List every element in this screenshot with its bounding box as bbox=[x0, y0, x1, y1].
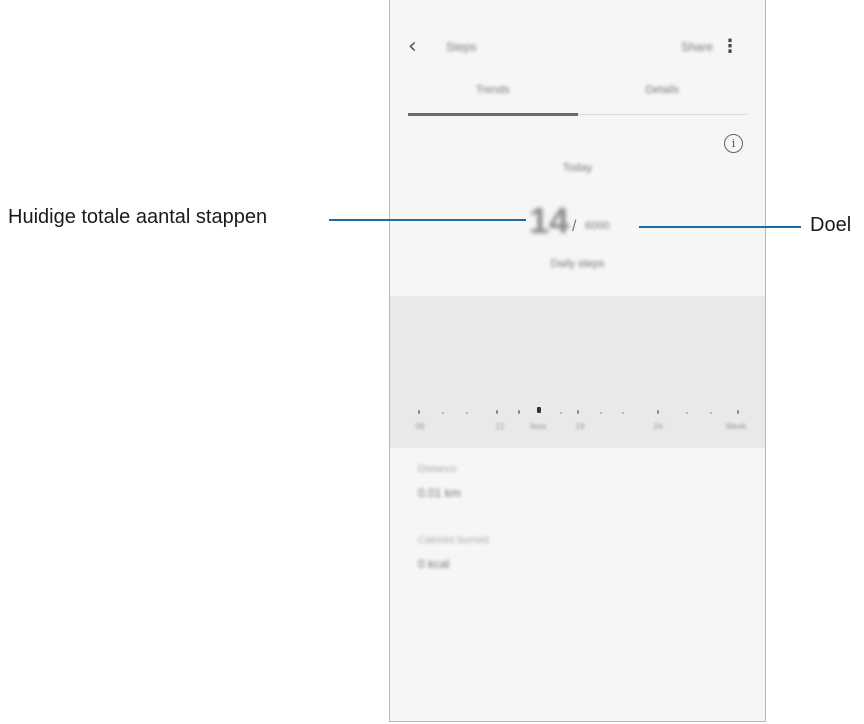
chart-tick-label: 12 bbox=[495, 422, 505, 431]
chart-tick bbox=[600, 412, 602, 414]
tab-details[interactable]: Details bbox=[578, 84, 748, 96]
app-bar: ‹ Steps Share ⋮ bbox=[390, 30, 765, 64]
tab-bar: Trends Details bbox=[408, 84, 747, 116]
today-label: Today bbox=[562, 162, 593, 174]
callout-line-goal bbox=[639, 226, 801, 228]
chart-tick-label: 18 bbox=[575, 422, 585, 431]
chart-tick bbox=[496, 410, 498, 414]
chart-tick-label: Now bbox=[529, 422, 547, 431]
chart-tick bbox=[442, 412, 444, 414]
chart-tick bbox=[418, 410, 420, 414]
callout-current-steps: Huidige totale aantal stappen bbox=[8, 206, 268, 228]
chart-tick-label: 06 bbox=[415, 422, 425, 431]
steps-chart[interactable]: 06 12 Now 18 24 Week bbox=[390, 296, 765, 448]
chart-tick bbox=[577, 410, 579, 414]
chart-tick-label: 24 bbox=[653, 422, 663, 431]
chart-tick bbox=[686, 412, 688, 414]
daily-steps-label: Daily steps bbox=[550, 258, 605, 270]
share-button[interactable]: Share bbox=[681, 40, 713, 54]
goal-value[interactable]: 6000 bbox=[585, 220, 609, 232]
tab-indicator bbox=[408, 113, 578, 116]
chart-tick bbox=[737, 410, 739, 414]
callout-line-current-steps bbox=[329, 219, 526, 221]
chart-tick bbox=[560, 412, 562, 414]
chart-tick-label: Week bbox=[725, 422, 747, 431]
more-vertical-icon[interactable]: ⋮ bbox=[721, 36, 739, 57]
info-icon[interactable]: i bbox=[724, 134, 743, 153]
calories-value: 0 kcal bbox=[418, 557, 450, 571]
distance-label: Distance bbox=[418, 464, 457, 475]
chart-current-marker bbox=[537, 407, 541, 413]
app-title: Steps bbox=[446, 40, 477, 54]
phone-screen: ‹ Steps Share ⋮ Trends Details i Today 1… bbox=[389, 0, 766, 722]
count-separator: / bbox=[572, 218, 577, 235]
calories-label: Calories burned bbox=[418, 535, 489, 546]
current-steps-count: 14 bbox=[529, 200, 570, 241]
tab-trends[interactable]: Trends bbox=[408, 84, 578, 96]
back-arrow-icon[interactable]: ‹ bbox=[408, 34, 417, 59]
distance-value: 0.01 km bbox=[418, 486, 461, 500]
chart-tick bbox=[466, 412, 468, 414]
chart-tick bbox=[657, 410, 659, 414]
chart-tick bbox=[518, 410, 520, 414]
callout-goal: Doel bbox=[810, 214, 852, 236]
chart-tick bbox=[710, 412, 712, 414]
chart-tick bbox=[622, 412, 624, 414]
